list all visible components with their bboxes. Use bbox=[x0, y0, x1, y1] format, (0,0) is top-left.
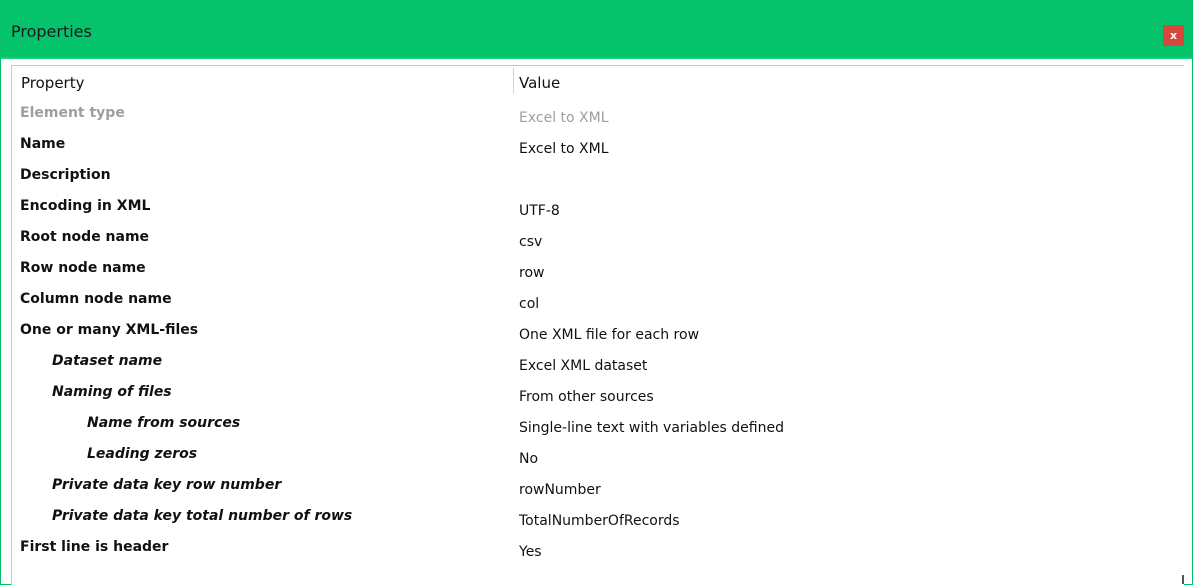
close-button[interactable]: x bbox=[1163, 25, 1184, 46]
property-value[interactable]: csv bbox=[519, 234, 542, 250]
property-name: First line is header bbox=[20, 539, 169, 555]
property-value[interactable]: TotalNumberOfRecords bbox=[519, 513, 680, 529]
property-row[interactable]: Dataset name Excel XML dataset bbox=[12, 349, 1184, 380]
property-value[interactable]: Excel XML dataset bbox=[519, 358, 647, 374]
window-title: Properties bbox=[11, 22, 92, 41]
property-name: Leading zeros bbox=[87, 446, 198, 462]
property-name: Column node name bbox=[20, 291, 172, 307]
property-value[interactable]: Single-line text with variables defined bbox=[519, 420, 784, 436]
property-row[interactable]: Encoding in XML UTF-8 bbox=[12, 194, 1184, 225]
property-name: Private data key row number bbox=[52, 477, 282, 493]
column-separator[interactable] bbox=[513, 68, 514, 94]
property-name: Private data key total number of rows bbox=[52, 508, 353, 524]
property-name: Element type bbox=[20, 105, 125, 121]
property-name: Name from sources bbox=[87, 415, 241, 431]
property-value[interactable]: Excel to XML bbox=[519, 141, 609, 157]
property-row[interactable]: Name Excel to XML bbox=[12, 132, 1184, 163]
property-row[interactable]: Description bbox=[12, 163, 1184, 194]
property-value[interactable]: rowNumber bbox=[519, 482, 601, 498]
property-name: Naming of files bbox=[52, 384, 172, 400]
property-grid: Property Value Element type Excel to XML… bbox=[11, 65, 1184, 585]
property-rows: Element type Excel to XML Name Excel to … bbox=[12, 101, 1184, 566]
property-name: Row node name bbox=[20, 260, 146, 276]
property-name: Root node name bbox=[20, 229, 150, 245]
property-row[interactable]: First line is header Yes bbox=[12, 535, 1184, 566]
property-value[interactable]: col bbox=[519, 296, 539, 312]
property-row[interactable]: Private data key row number rowNumber bbox=[12, 473, 1184, 504]
property-row[interactable]: Name from sources Single-line text with … bbox=[12, 411, 1184, 442]
grid-header: Property Value bbox=[12, 66, 1184, 99]
property-name: Description bbox=[20, 167, 111, 183]
property-row[interactable]: Row node name row bbox=[12, 256, 1184, 287]
header-value[interactable]: Value bbox=[519, 74, 560, 92]
property-row[interactable]: One or many XML-files One XML file for e… bbox=[12, 318, 1184, 349]
property-value[interactable]: Yes bbox=[519, 544, 542, 560]
close-icon: x bbox=[1169, 29, 1178, 42]
property-value[interactable]: UTF-8 bbox=[519, 203, 560, 219]
property-name: Name bbox=[20, 136, 66, 152]
property-row[interactable]: Column node name col bbox=[12, 287, 1184, 318]
properties-window: Properties x Property Value Element type… bbox=[0, 0, 1193, 585]
property-row[interactable]: Naming of files From other sources bbox=[12, 380, 1184, 411]
property-value[interactable]: No bbox=[519, 451, 538, 467]
property-row[interactable]: Element type Excel to XML bbox=[12, 101, 1184, 132]
property-value[interactable]: From other sources bbox=[519, 389, 654, 405]
property-name: One or many XML-files bbox=[20, 322, 199, 338]
property-row[interactable]: Private data key total number of rows To… bbox=[12, 504, 1184, 535]
property-row[interactable]: Root node name csv bbox=[12, 225, 1184, 256]
property-value[interactable]: One XML file for each row bbox=[519, 327, 699, 343]
property-row[interactable]: Leading zeros No bbox=[12, 442, 1184, 473]
property-name: Encoding in XML bbox=[20, 198, 151, 214]
resize-grip[interactable] bbox=[1182, 575, 1184, 584]
title-bar[interactable]: Properties x bbox=[1, 0, 1192, 59]
property-value[interactable]: row bbox=[519, 265, 544, 281]
property-value: Excel to XML bbox=[519, 110, 609, 126]
header-property[interactable]: Property bbox=[21, 74, 84, 92]
property-name: Dataset name bbox=[52, 353, 163, 369]
